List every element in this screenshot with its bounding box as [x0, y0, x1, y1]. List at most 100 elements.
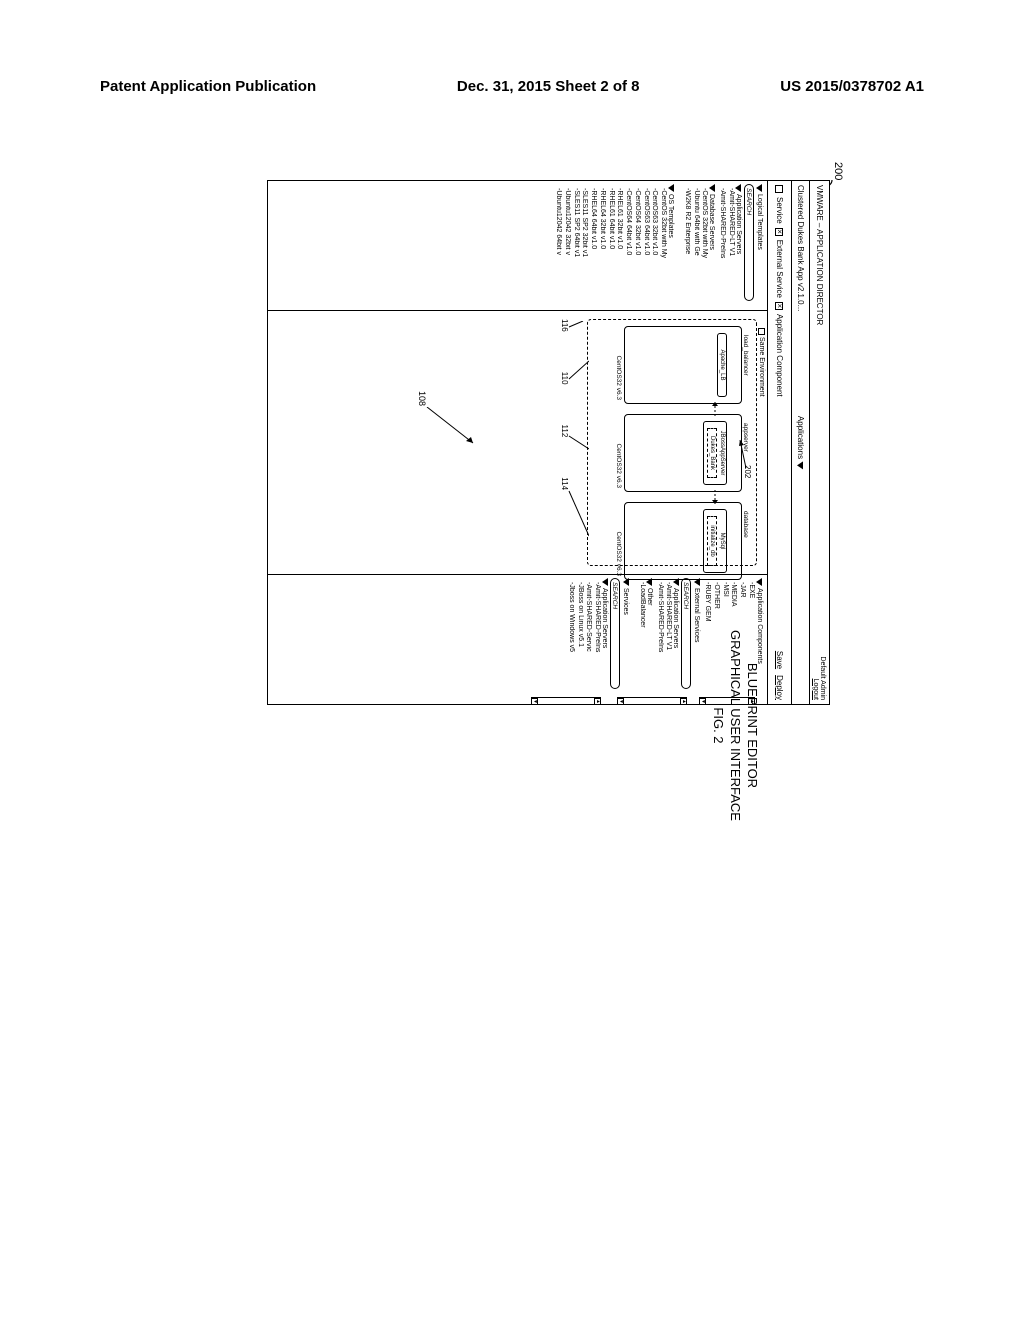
scroll-up-icon[interactable]: ▲	[594, 698, 601, 704]
same-env-checkbox[interactable]: Same Environment	[758, 326, 765, 399]
header-right: US 2015/0378702 A1	[780, 78, 924, 95]
scroll-down-icon[interactable]: ▼	[617, 698, 624, 704]
list-item[interactable]: -Jboss on Windows v5	[566, 582, 575, 695]
os-version: CentOS32 v6.3	[615, 356, 622, 400]
page-header: Patent Application Publication Dec. 31, …	[0, 78, 1024, 95]
list-item[interactable]: -CentOS64 32bit v1.0	[632, 188, 641, 307]
legend-service-icon	[776, 185, 784, 193]
save-button[interactable]: Save	[775, 651, 784, 669]
section-other[interactable]: Other	[646, 588, 653, 606]
chevron-down-icon	[736, 184, 742, 192]
list-item[interactable]: -LoadBalancer	[637, 582, 646, 695]
list-item[interactable]: -Amit-SHARED-PreIns	[593, 582, 602, 695]
app-name-crumb[interactable]: Clustered Dukes Bank App v2.1.0...	[796, 185, 805, 311]
section-services[interactable]: Services	[622, 588, 629, 615]
vm-appserver[interactable]: appserver JBossAppServer Dukes_Bank Cent…	[624, 414, 742, 492]
vm-load-balancer[interactable]: load_balancer Apache_LB CentOS32 v6.3	[624, 326, 742, 404]
ref-slashes	[565, 321, 589, 571]
legend-external-icon	[776, 228, 784, 236]
scrollbar[interactable]: ▲ ▼	[531, 697, 601, 704]
search-input[interactable]: SEARCH	[682, 578, 692, 689]
list-item[interactable]: -CentOS63 64bit v1.0	[641, 188, 650, 307]
search-input[interactable]: SEARCH	[744, 184, 754, 301]
list-item[interactable]: -RHEL61 32bit v1.0	[615, 188, 624, 307]
environment-group[interactable]: Same Environment load_balancer Apache_LB…	[587, 319, 757, 566]
scroll-down-icon[interactable]: ▼	[531, 698, 538, 704]
list-item[interactable]: -CentOS 32bit with My	[659, 188, 668, 307]
user-block: Default Admin Logout	[813, 656, 827, 700]
deploy-button[interactable]: Deploy	[775, 675, 784, 700]
svc-name: JBossAppServer	[719, 424, 725, 482]
list-item[interactable]: -Amit-SHARED-Servic	[584, 582, 593, 695]
list-item[interactable]: -SLES11 SP2 32bit v1	[580, 188, 589, 307]
breadcrumb-bar: Clustered Dukes Bank App v2.1.0... Appli…	[791, 181, 809, 704]
header-left: Patent Application Publication	[100, 78, 316, 95]
chevron-down-icon	[647, 578, 653, 586]
list-item[interactable]: -Amit-SHARED-PreIns	[655, 582, 664, 695]
main-columns: Logical Templates SEARCH Application Ser…	[268, 181, 767, 704]
chevron-down-icon	[709, 184, 715, 192]
section-ext-services[interactable]: External Services	[694, 588, 701, 642]
caption-line1: BLUEPRINT EDITOR	[743, 630, 760, 821]
list-item[interactable]: -Amit-SHARED-LT V1	[664, 582, 673, 695]
scroll-down-icon[interactable]: ▼	[699, 698, 706, 704]
canvas-legend: Service External Service Application Com…	[775, 185, 784, 397]
list-item[interactable]: -RHEL64 64bit v1.0	[589, 188, 598, 307]
left-panel[interactable]: Logical Templates SEARCH Application Ser…	[268, 181, 767, 311]
list-item[interactable]: -JBoss on Linux v5.1	[575, 582, 584, 695]
right-panel[interactable]: Application Components -EXE -JAR -MEDIA …	[268, 574, 767, 704]
section-app-servers[interactable]: Application Servers	[673, 588, 680, 648]
applications-dropdown[interactable]: Applications	[796, 416, 805, 469]
action-bar: Service External Service Application Com…	[767, 181, 791, 704]
section-db-servers[interactable]: Database Servers	[709, 194, 716, 250]
section-svc-app-servers[interactable]: Application Servers	[601, 588, 608, 648]
os-version: CentOS32 v6.3	[615, 532, 622, 576]
list-item[interactable]: -Amit-SHARED-PreIns	[718, 188, 727, 307]
svc-name: MySql	[719, 512, 725, 570]
chevron-down-icon	[757, 578, 763, 586]
service-node-apache[interactable]: Apache_LB	[717, 333, 727, 397]
canvas-area[interactable]: Same Environment load_balancer Apache_LB…	[268, 311, 767, 574]
caption-fig-number: FIG. 2	[709, 630, 726, 821]
list-item[interactable]: -CentOS63 32bit v1.0	[650, 188, 659, 307]
legend-external-label: External Service	[775, 240, 784, 298]
list-item[interactable]: -CentOS64 64bit v1.0	[624, 188, 633, 307]
component-init-db[interactable]: initialize_db	[707, 516, 717, 566]
section-logical-templates[interactable]: Logical Templates	[756, 194, 763, 250]
vm-database[interactable]: database MySql initialize_db CentOS32 v6…	[624, 502, 742, 580]
search-input[interactable]: SEARCH	[610, 578, 620, 689]
chevron-down-icon	[602, 578, 608, 586]
list-item[interactable]: -RHEL61 64bit v1.0	[606, 188, 615, 307]
section-app-servers[interactable]: Application Servers	[735, 194, 742, 254]
section-os-templates[interactable]: OS Templates	[667, 194, 674, 238]
caption-line2: GRAPHICAL USER INTERFACE	[726, 630, 743, 821]
same-env-label: Same Environment	[758, 337, 765, 397]
chevron-down-icon	[798, 461, 804, 469]
list-item[interactable]: -Amit-SHARED-LT V1	[726, 188, 735, 307]
component-dukes-bank[interactable]: Dukes_Bank	[707, 428, 717, 478]
list-item[interactable]: -Ubuntu12042 64bit v	[554, 188, 563, 307]
header-center: Dec. 31, 2015 Sheet 2 of 8	[457, 78, 640, 95]
service-node-jboss[interactable]: JBossAppServer Dukes_Bank	[703, 421, 727, 485]
figure-caption: BLUEPRINT EDITOR GRAPHICAL USER INTERFAC…	[709, 630, 760, 821]
list-item[interactable]: -CentOS 32bit with My	[700, 188, 709, 307]
ref-108: 108	[417, 391, 427, 406]
vm-label: database	[742, 509, 749, 540]
list-item[interactable]: -RHEL64 32bit v1.0	[597, 188, 606, 307]
list-item[interactable]: -W2K8 R2 Enterprise	[682, 188, 691, 307]
dep-arrow-icon	[712, 490, 718, 504]
dep-arrow-icon	[712, 402, 718, 416]
list-item[interactable]: -SLES11 SP2 64bit v1	[571, 188, 580, 307]
legend-component-label: Application Component	[775, 314, 784, 397]
scrollbar[interactable]: ▲ ▼	[617, 697, 687, 704]
service-node-mysql[interactable]: MySql initialize_db	[703, 509, 727, 573]
ref-108-arrow	[425, 407, 475, 447]
os-version: CentOS32 v6.3	[615, 444, 622, 488]
list-item[interactable]: -Ubuntu12042 32bit v	[562, 188, 571, 307]
list-item[interactable]: -Ubuntu 64bit with Ge	[691, 188, 700, 307]
chevron-down-icon	[668, 184, 674, 192]
logout-link[interactable]: Logout	[813, 656, 820, 700]
scroll-up-icon[interactable]: ▲	[680, 698, 687, 704]
vm-label: load_balancer	[742, 333, 749, 378]
chevron-down-icon	[694, 578, 700, 586]
